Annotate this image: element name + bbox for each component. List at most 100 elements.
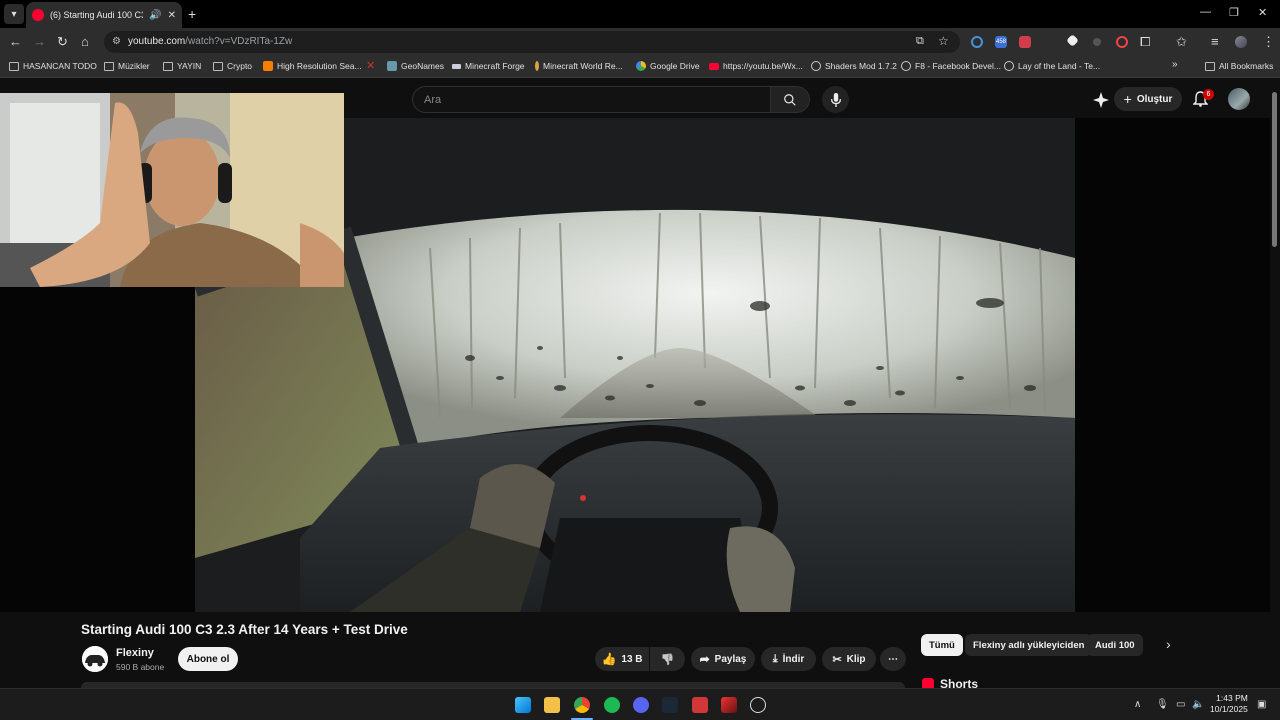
red-app-icon[interactable] bbox=[692, 697, 708, 713]
bookmarks-bar: HASANCAN TODO Müzikler YAYIN Crypto High… bbox=[0, 56, 1280, 78]
search-button[interactable] bbox=[770, 86, 810, 113]
extension-flower-icon[interactable] bbox=[1116, 36, 1128, 48]
system-clock[interactable]: 1:43 PM 10/1/2025 bbox=[1210, 693, 1248, 715]
new-tab-button[interactable]: + bbox=[188, 6, 196, 22]
back-icon[interactable]: ← bbox=[9, 34, 22, 49]
scissors-icon: ✂ bbox=[832, 653, 842, 666]
download-label: İndir bbox=[782, 653, 805, 665]
folder-icon bbox=[104, 61, 114, 71]
chip-from-uploader[interactable]: Flexiny adlı yükleyiciden bbox=[965, 634, 1093, 656]
spotify-icon[interactable] bbox=[604, 697, 620, 713]
globe-icon bbox=[387, 61, 397, 71]
bookmark-item[interactable]: Shaders Mod 1.7.2 bbox=[811, 61, 897, 71]
extensions-puzzle-icon[interactable]: ⧠ bbox=[1140, 34, 1150, 50]
webcam-overlay bbox=[0, 93, 344, 287]
bookmark-label: YAYIN bbox=[177, 61, 202, 71]
page-scrollbar[interactable] bbox=[1270, 80, 1280, 688]
windows-start-icon[interactable] bbox=[515, 697, 531, 713]
share-button[interactable]: ➦ Paylaş bbox=[691, 647, 755, 671]
home-icon[interactable]: ⌂ bbox=[81, 34, 89, 49]
tab-search-button[interactable]: ▾ bbox=[4, 4, 24, 24]
media-control-icon[interactable]: ≡ bbox=[1211, 34, 1219, 49]
close-window-icon[interactable]: ✕ bbox=[1258, 6, 1267, 19]
webcam-frame bbox=[0, 93, 344, 287]
bookmark-item[interactable]: HASANCAN TODO bbox=[9, 61, 97, 71]
x-mark-icon[interactable]: ✕ bbox=[366, 59, 375, 72]
network-icon[interactable]: ▭ bbox=[1176, 699, 1185, 710]
share-arrow-icon: ➦ bbox=[699, 652, 710, 666]
speaker-icon[interactable]: 🔊 bbox=[149, 10, 161, 21]
volume-icon[interactable]: 🔈 bbox=[1192, 699, 1204, 710]
bookmark-item[interactable]: High Resolution Sea... bbox=[263, 61, 362, 71]
account-avatar[interactable] bbox=[1228, 88, 1250, 110]
extension-diamond-icon[interactable] bbox=[1066, 34, 1079, 47]
reload-icon[interactable]: ↻ bbox=[57, 34, 68, 50]
rockstar-icon[interactable] bbox=[721, 697, 737, 713]
reading-list-icon[interactable]: ✩ bbox=[1176, 34, 1187, 50]
restore-icon[interactable]: ❐ bbox=[1229, 6, 1239, 19]
like-button[interactable]: 👍 13 B bbox=[595, 647, 649, 671]
bookmark-label: Crypto bbox=[227, 61, 253, 71]
forward-icon[interactable]: → bbox=[33, 34, 46, 49]
globe-icon bbox=[1004, 61, 1014, 71]
windows-taskbar: ∧ 🎙 ▭ 🔈 1:43 PM 10/1/2025 ▣ bbox=[0, 688, 1280, 720]
scrollbar-thumb[interactable] bbox=[1272, 92, 1277, 247]
clock-time: 1:43 PM bbox=[1216, 693, 1248, 703]
chevron-right-double-icon[interactable]: » bbox=[1172, 59, 1178, 70]
more-actions-button[interactable]: ⋯ bbox=[880, 647, 906, 671]
site-info-icon[interactable]: ⚙ bbox=[112, 36, 121, 47]
bookmark-item[interactable]: GeoNames bbox=[387, 61, 444, 71]
bookmark-item[interactable]: Crypto bbox=[213, 61, 252, 71]
steam-icon[interactable] bbox=[662, 697, 678, 713]
bookmark-item[interactable]: Müzikler bbox=[104, 61, 150, 71]
microphone-tray-icon[interactable]: 🎙 bbox=[1156, 699, 1169, 710]
discord-icon[interactable] bbox=[633, 697, 649, 713]
bookmark-item[interactable]: F8 - Facebook Devel... bbox=[901, 61, 1001, 71]
bookmark-star-icon[interactable]: ☆ bbox=[938, 34, 949, 48]
voice-search-button[interactable] bbox=[822, 86, 849, 113]
install-app-icon[interactable]: ⧉ bbox=[916, 35, 924, 48]
channel-avatar[interactable] bbox=[82, 646, 108, 672]
notification-badge: 6 bbox=[1203, 89, 1214, 100]
bookmark-label: Minecraft World Re... bbox=[543, 61, 623, 71]
menu-icon[interactable]: ⋮ bbox=[1262, 34, 1275, 50]
close-tab-icon[interactable]: ✕ bbox=[168, 10, 176, 21]
bookmark-item[interactable]: https://youtu.be/Wx... bbox=[709, 61, 803, 71]
clip-button[interactable]: ✂ Klip bbox=[822, 647, 876, 671]
chip-audi-100[interactable]: Audi 100 bbox=[1087, 634, 1143, 656]
extension-red-icon[interactable] bbox=[1019, 36, 1031, 48]
bookmark-item[interactable]: Google Drive bbox=[636, 61, 700, 71]
plus-icon: + bbox=[1123, 91, 1132, 107]
chip-all[interactable]: Tümü bbox=[921, 634, 963, 656]
address-bar[interactable]: ⚙ youtube.com/watch?v=VDzRITa-1Zw ⧉ ☆ bbox=[104, 31, 960, 53]
anvil-icon bbox=[452, 63, 461, 69]
microphone-icon bbox=[830, 92, 841, 107]
dislike-button[interactable]: 👎 bbox=[650, 647, 685, 671]
create-button[interactable]: + Oluştur bbox=[1114, 87, 1182, 111]
subscribe-button[interactable]: Abone ol bbox=[178, 647, 238, 671]
file-explorer-icon[interactable] bbox=[544, 697, 560, 713]
download-button[interactable]: ⤓ İndir bbox=[761, 647, 816, 671]
sparkle-badge-icon[interactable] bbox=[1093, 92, 1109, 108]
minimize-icon[interactable]: — bbox=[1200, 6, 1211, 18]
profile-icon[interactable] bbox=[1235, 36, 1247, 48]
thumbs-down-icon: 👎 bbox=[660, 653, 675, 666]
chrome-icon[interactable] bbox=[574, 697, 590, 713]
chevron-right-icon[interactable]: › bbox=[1166, 636, 1171, 652]
bookmark-item[interactable]: Minecraft Forge bbox=[452, 61, 525, 71]
extension-counter-icon[interactable]: 458 bbox=[995, 36, 1007, 48]
github-icon[interactable] bbox=[750, 697, 766, 713]
bookmark-label: https://youtu.be/Wx... bbox=[723, 61, 803, 71]
channel-name[interactable]: Flexiny bbox=[116, 647, 154, 659]
bookmark-item[interactable]: YAYIN bbox=[163, 61, 201, 71]
bookmark-item[interactable]: Minecraft World Re... bbox=[535, 61, 623, 71]
all-bookmarks-button[interactable]: All Bookmarks bbox=[1205, 61, 1273, 71]
browser-tab[interactable]: (6) Starting Audi 100 C3 2.3 🔊 ✕ bbox=[26, 2, 182, 28]
bookmark-label: Müzikler bbox=[118, 61, 150, 71]
extension-dot-icon[interactable] bbox=[1093, 38, 1101, 46]
tray-overflow-icon[interactable]: ∧ bbox=[1134, 699, 1141, 710]
search-input[interactable]: Ara bbox=[412, 86, 770, 113]
notification-center-icon[interactable]: ▣ bbox=[1257, 699, 1266, 710]
bookmark-item[interactable]: Lay of the Land - Te... bbox=[1004, 61, 1100, 71]
extension-circle-icon[interactable] bbox=[971, 36, 983, 48]
